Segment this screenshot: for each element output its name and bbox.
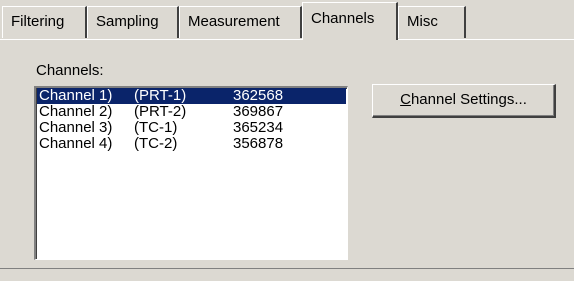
tab-sampling[interactable]: Sampling: [87, 6, 179, 38]
tab-filtering-label: Filtering: [11, 13, 65, 30]
list-item[interactable]: Channel 4) (TC-2) 356878: [37, 136, 346, 152]
tab-measurement[interactable]: Measurement: [179, 6, 302, 38]
tab-misc[interactable]: Misc: [398, 6, 466, 38]
tab-misc-label: Misc: [407, 13, 438, 30]
tab-page-bottom-edge: [0, 268, 574, 269]
channel-serial: 365234: [233, 119, 284, 136]
channel-settings-label: hannel Settings...: [410, 91, 527, 108]
tab-page-top-edge: [0, 39, 574, 40]
channel-serial: 356878: [233, 135, 284, 152]
tab-channels[interactable]: Channels: [302, 2, 398, 40]
channel-serial: 369867: [233, 103, 284, 120]
list-item[interactable]: Channel 2) (PRT-2) 369867: [37, 104, 346, 120]
list-item[interactable]: Channel 1) (PRT-1) 362568: [37, 88, 346, 104]
channel-settings-accel: C: [400, 91, 411, 108]
channel-settings-button[interactable]: Channel Settings...: [372, 84, 556, 118]
list-item[interactable]: Channel 3) (TC-1) 365234: [37, 120, 346, 136]
channel-name: Channel 1): [39, 87, 113, 104]
channels-listbox[interactable]: Channel 1) (PRT-1) 362568 Channel 2) (PR…: [34, 86, 348, 260]
channel-serial: 362568: [233, 87, 284, 104]
channel-type: (TC-1): [134, 119, 178, 136]
channel-name: Channel 2): [39, 103, 113, 120]
channel-type: (PRT-2): [134, 103, 187, 120]
channel-name: Channel 4): [39, 135, 113, 152]
tab-strip: Filtering Sampling Measurement Channels …: [0, 0, 574, 40]
tab-filtering[interactable]: Filtering: [2, 6, 87, 38]
tab-sampling-label: Sampling: [96, 13, 159, 30]
channels-label: Channels:: [36, 62, 104, 79]
tab-channels-label: Channels: [311, 10, 375, 27]
channel-name: Channel 3): [39, 119, 113, 136]
channel-type: (PRT-1): [134, 87, 187, 104]
channel-type: (TC-2): [134, 135, 178, 152]
tab-measurement-label: Measurement: [188, 13, 280, 30]
